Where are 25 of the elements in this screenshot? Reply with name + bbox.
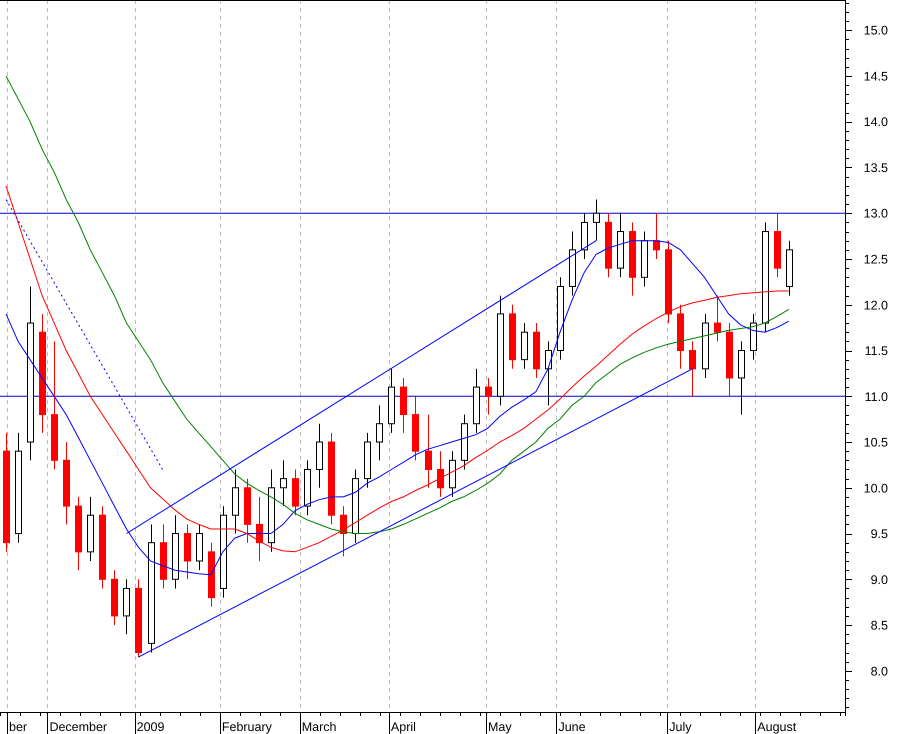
axis-label: February bbox=[222, 720, 272, 734]
axis-label: August bbox=[757, 720, 796, 734]
axis-label: March bbox=[302, 720, 336, 734]
axis-label: 11.5 bbox=[864, 344, 888, 358]
axis-label: 15.0 bbox=[864, 24, 888, 38]
axis-label: June bbox=[558, 720, 586, 734]
axis-label: 14.0 bbox=[864, 115, 888, 130]
axis-label: 14.5 bbox=[864, 69, 888, 84]
axis-label: 11.0 bbox=[864, 390, 888, 404]
axis-label: 12.5 bbox=[864, 252, 888, 266]
axis-label: July bbox=[669, 720, 692, 734]
axis-label: 2009 bbox=[136, 720, 164, 734]
axis-label: 8.5 bbox=[870, 618, 888, 633]
axis-label: April bbox=[390, 720, 416, 734]
axis-label: 9.5 bbox=[870, 527, 888, 542]
axis-label: 8.0 bbox=[870, 664, 888, 678]
axis-label: 10.0 bbox=[864, 481, 888, 496]
axis-label: December bbox=[49, 720, 108, 734]
axis-label: 9.0 bbox=[870, 572, 888, 587]
axis-label: 13.0 bbox=[864, 206, 888, 221]
axis-label: 13.5 bbox=[864, 160, 888, 175]
axis-label: ber bbox=[9, 720, 28, 734]
axis-label: May bbox=[488, 720, 512, 734]
axis-label: 12.0 bbox=[864, 298, 888, 312]
axis-label: 10.5 bbox=[864, 436, 888, 450]
